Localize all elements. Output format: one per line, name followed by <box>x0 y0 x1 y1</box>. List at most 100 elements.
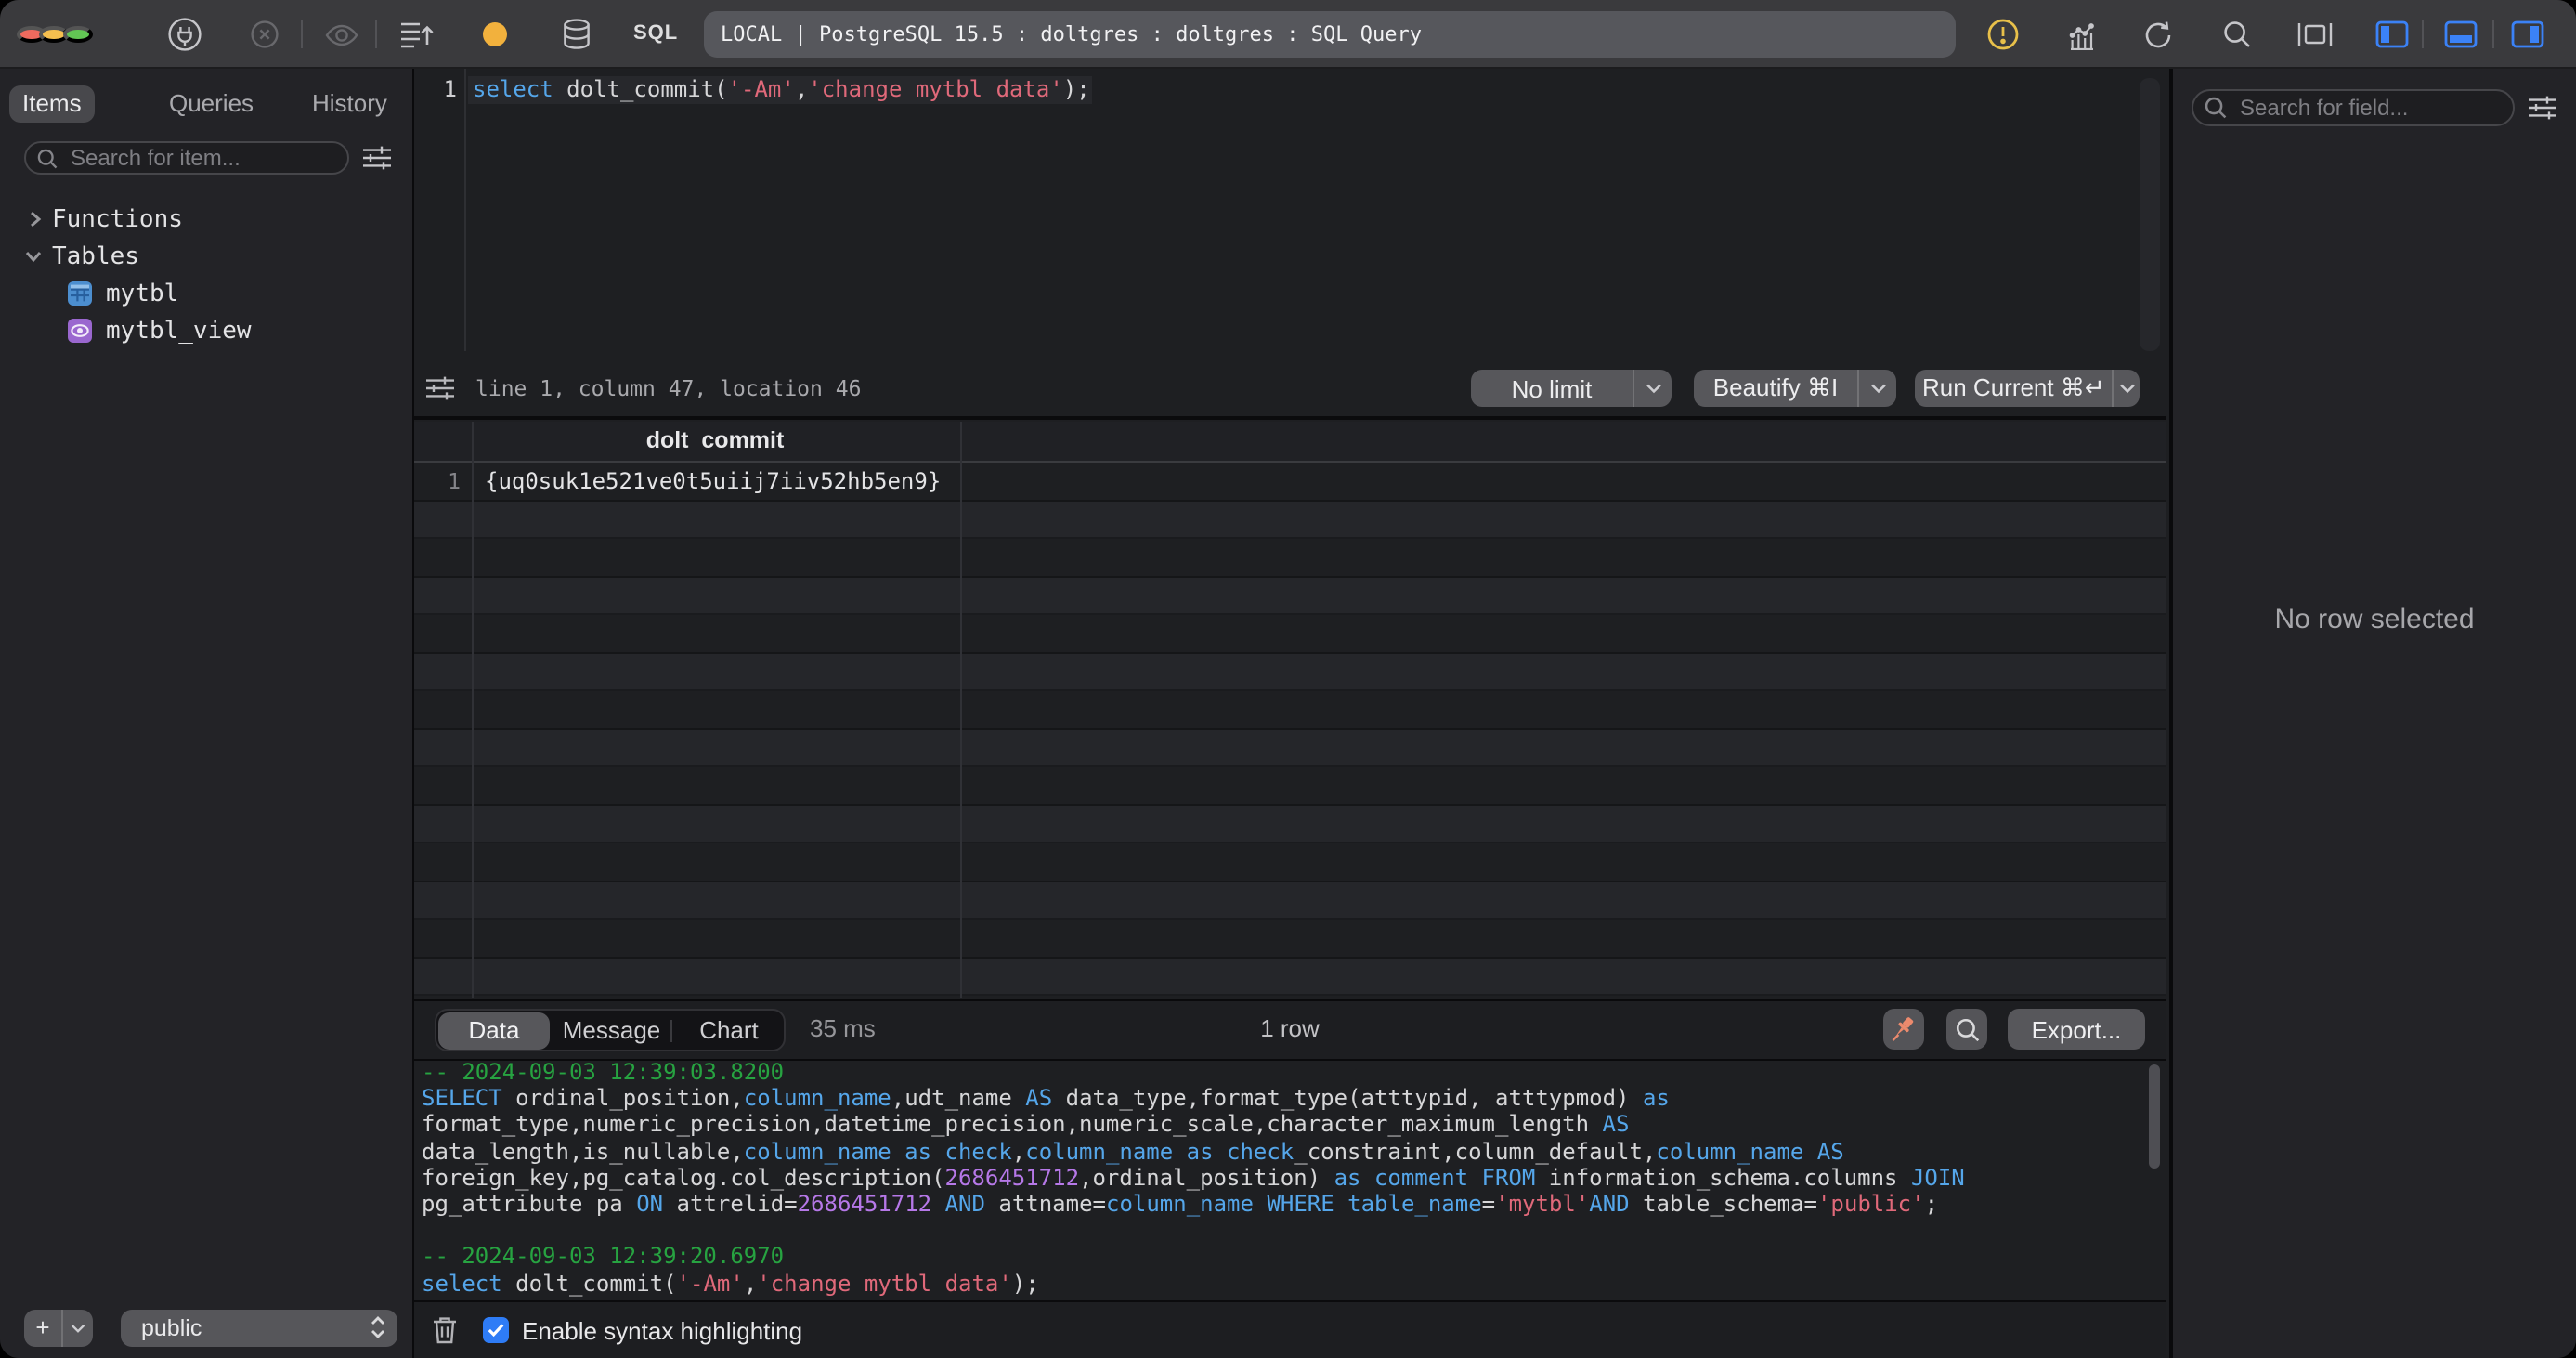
item-search-input[interactable] <box>67 143 336 173</box>
tab-data[interactable]: Data <box>438 1012 550 1050</box>
column-divider[interactable] <box>959 421 961 463</box>
table-icon <box>67 281 93 307</box>
sidebar-item-functions[interactable]: Functions <box>0 201 439 238</box>
table-row-empty[interactable] <box>414 959 2166 997</box>
table-row-empty[interactable] <box>414 691 2166 729</box>
table-row[interactable]: 1 {uq0suk1e521ve0t5uiij7iiv52hb5en9} <box>414 463 2166 501</box>
select-updown-icon <box>370 1316 386 1340</box>
table-row-empty[interactable] <box>414 615 2166 653</box>
filter-sliders-icon[interactable] <box>2526 89 2557 126</box>
row-value[interactable]: {uq0suk1e521ve0t5uiij7iiv52hb5en9} <box>485 463 941 501</box>
table-row-empty[interactable] <box>414 539 2166 577</box>
refresh-icon[interactable] <box>2143 0 2173 69</box>
sidebar-bottom-bar: + public <box>0 1310 411 1347</box>
tree-label: Tables <box>52 242 139 270</box>
add-item-button[interactable]: + <box>24 1310 93 1346</box>
toolbar-divider <box>375 20 377 48</box>
log-line: -- 2024-09-03 12:39:03.8200 <box>414 1059 2166 1085</box>
zoom-button[interactable] <box>62 26 92 43</box>
tab-message[interactable]: Message <box>553 1012 670 1050</box>
sql-editor[interactable]: 1 select dolt_commit('-Am','change mytbl… <box>414 69 2166 360</box>
chevron-down-icon <box>71 1323 85 1334</box>
tree-label: mytbl <box>106 280 178 307</box>
result-search-button[interactable] <box>1946 1009 1987 1050</box>
schema-select[interactable]: public <box>121 1310 397 1346</box>
sidebar-item-tables[interactable]: Tables <box>0 238 436 275</box>
no-row-selected-message: No row selected <box>2173 604 2576 635</box>
results-rows: 1 {uq0suk1e521ve0t5uiij7iiv52hb5en9} <box>414 463 2166 997</box>
tab-queries[interactable]: Queries <box>156 85 267 123</box>
item-search[interactable] <box>24 141 349 175</box>
sidebar-item-mytbl-view[interactable]: mytbl_view <box>0 312 478 349</box>
tab-items[interactable]: Items <box>9 85 95 123</box>
search-icon <box>1955 1017 1979 1041</box>
database-icon[interactable] <box>561 0 592 69</box>
syntax-highlighting-checkbox[interactable] <box>483 1317 509 1343</box>
alert-icon[interactable] <box>1985 0 2019 69</box>
table-row-empty[interactable] <box>414 882 2166 921</box>
limit-button-label[interactable]: No limit <box>1471 370 1633 407</box>
beautify-button-caret[interactable] <box>1857 370 1896 407</box>
table-row-empty[interactable] <box>414 577 2166 615</box>
pin-button[interactable] <box>1883 1009 1924 1050</box>
editor-scrollbar[interactable] <box>2140 78 2160 351</box>
main-pane: 1 select dolt_commit('-Am','change mytbl… <box>414 69 2166 1358</box>
results-header: dolt_commit <box>414 421 2166 463</box>
toolbar-divider <box>2492 20 2494 48</box>
table-row-empty[interactable] <box>414 653 2166 691</box>
log-line: format_type,numeric_precision,datetime_p… <box>414 1112 2166 1138</box>
line-number: 1 <box>414 75 457 104</box>
chevron-down-icon <box>1869 383 1886 394</box>
cursor-settings-icon[interactable] <box>423 360 455 416</box>
table-row-empty[interactable] <box>414 729 2166 767</box>
log-list-icon[interactable] <box>397 0 435 69</box>
log-line: SELECT ordinal_position,column_name,udt_… <box>414 1085 2166 1111</box>
search-icon[interactable] <box>2221 0 2251 69</box>
pin-icon <box>1889 1014 1919 1044</box>
code-line[interactable]: select dolt_commit('-Am','change mytbl d… <box>473 75 1090 104</box>
run-current-button-label[interactable]: Run Current ⌘↵ <box>1915 370 2113 407</box>
limit-button[interactable]: No limit <box>1471 370 1672 407</box>
log-scrollbar[interactable] <box>2149 1064 2160 1169</box>
toggle-bottom-panel-icon[interactable] <box>2443 0 2477 69</box>
plus-icon: + <box>24 1310 61 1346</box>
trash-icon[interactable] <box>429 1301 461 1358</box>
app-window: SQL LOCAL | PostgreSQL 15.5 : doltgres :… <box>0 0 2576 1358</box>
table-row-empty[interactable] <box>414 806 2166 844</box>
gutter-column-divider <box>472 463 474 997</box>
table-row-empty[interactable] <box>414 921 2166 959</box>
add-item-caret[interactable] <box>61 1310 93 1346</box>
sidebar-item-mytbl[interactable]: mytbl <box>0 275 478 312</box>
chevron-down-icon <box>2118 383 2135 394</box>
toolbar-divider <box>2422 20 2424 48</box>
run-current-button-caret[interactable] <box>2113 370 2140 407</box>
beautify-button-label[interactable]: Beautify ⌘I <box>1694 370 1857 407</box>
toggle-left-panel-icon[interactable] <box>2375 0 2409 69</box>
tab-history[interactable]: History <box>299 85 400 123</box>
export-button[interactable]: Export... <box>2008 1009 2145 1050</box>
tab-chart[interactable]: Chart <box>673 1012 785 1050</box>
filter-sliders-icon[interactable] <box>360 141 392 175</box>
preview-eye-icon[interactable] <box>325 0 358 69</box>
field-search-input[interactable] <box>2236 93 2502 123</box>
sql-badge: SQL <box>633 0 678 69</box>
cursor-position-status: line 1, column 47, location 46 <box>475 360 861 416</box>
limit-button-caret[interactable] <box>1633 370 1672 407</box>
column-header-dolt-commit[interactable]: dolt_commit <box>472 421 958 460</box>
table-row-empty[interactable] <box>414 768 2166 806</box>
column-divider[interactable] <box>472 421 474 463</box>
connection-plug-icon[interactable] <box>165 0 202 69</box>
window-title: LOCAL | PostgreSQL 15.5 : doltgres : dol… <box>704 10 1956 58</box>
stats-chart-icon[interactable] <box>2065 0 2097 69</box>
column-divider <box>959 463 961 997</box>
beautify-button[interactable]: Beautify ⌘I <box>1694 370 1896 407</box>
field-search[interactable] <box>2192 89 2515 126</box>
run-current-button[interactable]: Run Current ⌘↵ <box>1915 370 2140 407</box>
focus-mode-icon[interactable] <box>2297 0 2333 69</box>
toggle-right-panel-icon[interactable] <box>2511 0 2544 69</box>
table-row-empty[interactable] <box>414 844 2166 882</box>
table-row-empty[interactable] <box>414 501 2166 539</box>
log-line: data_length,is_nullable,column_name as c… <box>414 1138 2166 1164</box>
query-log[interactable]: -- 2024-09-03 12:39:03.8200SELECT ordina… <box>414 1059 2166 1297</box>
disconnect-icon[interactable] <box>249 0 279 69</box>
